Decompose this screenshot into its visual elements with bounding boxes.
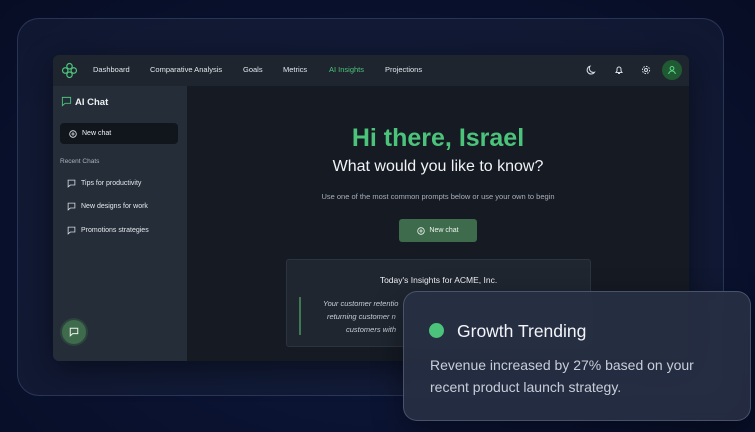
- nav-item-metrics[interactable]: Metrics: [283, 65, 307, 74]
- nav-item-projections[interactable]: Projections: [385, 65, 422, 74]
- prompt-question: What would you like to know?: [332, 158, 544, 175]
- plus-circle-icon: [69, 129, 77, 138]
- recent-chat-item[interactable]: Tips for productivity: [67, 179, 141, 188]
- main-new-chat-label: New chat: [429, 227, 459, 234]
- chat-bubble-icon: [67, 202, 76, 211]
- recent-chats-label: Recent Chats: [60, 158, 100, 165]
- chat-bubble-icon: [69, 327, 79, 337]
- recent-chat-label: Tips for productivity: [81, 180, 142, 187]
- bell-icon[interactable]: [613, 64, 625, 76]
- main-new-chat-button[interactable]: New chat: [399, 219, 477, 242]
- status-dot-icon: [429, 323, 444, 338]
- logo-icon[interactable]: [61, 62, 78, 79]
- growth-trending-text-line: Revenue increased by 27% based on your: [430, 357, 694, 373]
- insights-text-line: customers with: [346, 325, 397, 334]
- recent-chat-label: Promotions strategies: [81, 227, 149, 234]
- sidebar-new-chat-label: New chat: [82, 130, 112, 137]
- user-avatar[interactable]: [662, 60, 682, 80]
- top-navbar: Dashboard Comparative Analysis Goals Met…: [53, 55, 689, 86]
- plus-circle-icon: [417, 226, 426, 235]
- sidebar-title: AI Chat: [75, 97, 109, 108]
- gear-icon[interactable]: [640, 64, 652, 76]
- sidebar: AI Chat New chat Recent Chats Tips for p…: [53, 86, 187, 361]
- insights-text-line: Your customer retentio: [323, 299, 399, 308]
- sidebar-new-chat-button[interactable]: New chat: [60, 123, 178, 144]
- growth-trending-title: Growth Trending: [457, 321, 587, 341]
- chat-fab-button[interactable]: [62, 320, 86, 344]
- insights-text-line: returning customer n: [327, 312, 396, 321]
- recent-chat-item[interactable]: Promotions strategies: [67, 226, 149, 235]
- nav-item-goals[interactable]: Goals: [243, 65, 263, 74]
- growth-trending-text-line: recent product launch strategy.: [430, 379, 622, 395]
- nav-item-comparative-analysis[interactable]: Comparative Analysis: [150, 65, 222, 74]
- recent-chat-item[interactable]: New designs for work: [67, 202, 148, 211]
- nav-item-dashboard[interactable]: Dashboard: [93, 65, 130, 74]
- chat-bubble-icon: [61, 96, 72, 107]
- greeting-heading: Hi there, Israel: [351, 124, 525, 152]
- moon-icon[interactable]: [586, 64, 598, 76]
- insights-accent-bar: [299, 297, 301, 335]
- nav-item-ai-insights[interactable]: AI Insights: [329, 65, 364, 74]
- prompt-hint: Use one of the most common prompts below…: [321, 192, 555, 201]
- insights-title: Today's Insights for ACME, Inc.: [379, 275, 498, 285]
- growth-trending-card: Growth Trending Revenue increased by 27%…: [403, 291, 751, 421]
- chat-bubble-icon: [67, 179, 76, 188]
- chat-bubble-icon: [67, 226, 76, 235]
- user-icon: [668, 66, 676, 75]
- recent-chat-label: New designs for work: [81, 203, 148, 210]
